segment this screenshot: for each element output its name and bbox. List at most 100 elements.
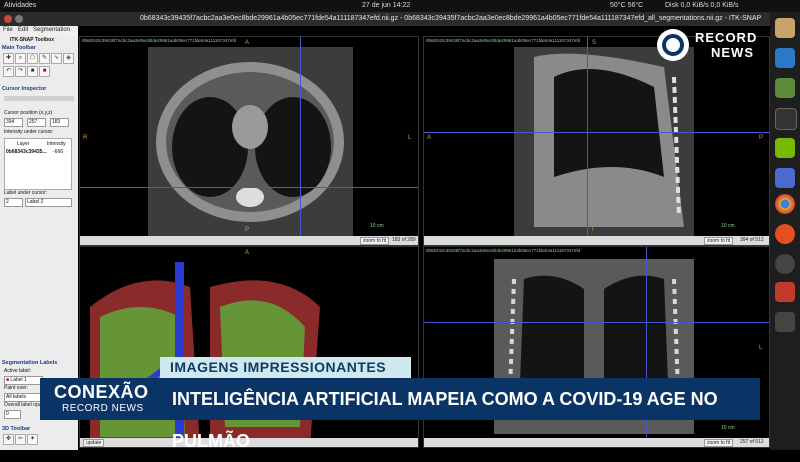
close-icon[interactable] <box>4 15 12 23</box>
label-color-icon[interactable]: ■ <box>39 66 50 77</box>
axial-view[interactable]: 0b68343c39435f7acbc2aa3e0ec8bde29961a4b0… <box>79 36 419 246</box>
activities-button[interactable]: Atividades <box>4 2 36 9</box>
axial-ct-image <box>148 47 353 237</box>
rotate-3d-icon[interactable]: ✥ <box>3 434 14 445</box>
axial-orient-top: A <box>245 40 250 46</box>
cursor-inspector-heading: Cursor Inspector <box>2 86 47 92</box>
chrome-icon[interactable] <box>775 194 795 214</box>
coronal-orient-right: L <box>759 345 763 351</box>
screenshot-icon[interactable] <box>775 168 795 188</box>
record-news-logo: RECORD NEWS <box>655 27 765 63</box>
axial-crosshair-h <box>80 187 418 188</box>
files-icon[interactable] <box>775 18 795 38</box>
sagittal-crosshair-h <box>424 132 769 133</box>
nvidia-icon[interactable] <box>775 138 795 158</box>
axial-header: 0b68343c39435f7acbc2aa3e0ec8bde29961a4b0… <box>82 38 237 43</box>
ubuntu-icon[interactable] <box>775 224 795 244</box>
axial-zoom-button[interactable]: zoom to fit <box>360 237 390 245</box>
cursor-x-field[interactable]: 394 <box>4 118 23 127</box>
axial-slice-counter: 183 of 289 <box>392 237 416 243</box>
axial-orient-right: L <box>408 135 412 141</box>
undo-icon[interactable]: ↶ <box>3 66 14 77</box>
menu-edit[interactable]: Edit <box>18 27 28 33</box>
redo-icon[interactable]: ↷ <box>15 66 26 77</box>
app-icon[interactable] <box>775 78 795 98</box>
terminal-icon[interactable] <box>775 108 797 130</box>
active-label-value: Label 1 <box>10 377 27 383</box>
cursor-z-field[interactable]: 183 <box>50 118 69 127</box>
intensity-col-header: Intensity <box>47 141 66 147</box>
vscode-icon[interactable] <box>775 48 795 68</box>
intensity-table[interactable]: Layer Intensity 0b68343c39435... -666 <box>4 138 72 190</box>
disk-icon[interactable] <box>775 254 795 274</box>
coronal-crosshair-h <box>424 322 769 323</box>
scalpel-icon[interactable]: ✂ <box>15 434 26 445</box>
3d-update-button[interactable]: update <box>83 439 105 447</box>
coronal-zoom-button[interactable]: zoom to fit <box>704 439 734 447</box>
lower-third-headline: INTELIGÊNCIA ARTIFICIAL MAPEIA COMO A CO… <box>160 378 760 451</box>
coronal-slice-counter: 257 of 512 <box>740 439 764 445</box>
seg-labels-heading: Segmentation Labels <box>2 360 58 366</box>
label-under-cursor-label: Label under cursor: <box>4 190 48 196</box>
active-label-label: Active label: <box>4 368 31 374</box>
clock[interactable]: 27 de jun 14:22 <box>362 2 410 9</box>
sagittal-crosshair-v <box>587 37 588 237</box>
sagittal-scale-label: 10 cm <box>721 223 735 229</box>
label-number-field[interactable]: 2 <box>4 198 23 207</box>
sagittal-zoom-button[interactable]: zoom to fit <box>704 237 734 245</box>
application-dock <box>770 12 800 450</box>
3d-toolbar-heading: 3D Toolbar <box>2 426 31 432</box>
itk-snap-icon[interactable] <box>775 282 795 302</box>
opacity-field[interactable]: 0 <box>4 410 21 419</box>
record-circle-icon <box>657 29 689 61</box>
label-name-field[interactable]: Label 2 <box>25 198 72 207</box>
sagittal-ct-image <box>514 47 694 237</box>
3d-orient-top: A <box>245 250 250 256</box>
active-label-dropdown[interactable]: ■ Label 1 <box>4 376 43 385</box>
network-indicator: Disk 0,0 KiB/s 0,0 KiB/s <box>665 2 739 9</box>
layer-icon[interactable]: ■ <box>27 66 38 77</box>
minimize-icon[interactable] <box>15 15 23 23</box>
main-toolbar: ✚ ⌕ ⬠ ✎ ∿ ◈ <box>3 53 75 64</box>
axial-crosshair-v <box>300 37 301 237</box>
crosshair-icon[interactable]: ✚ <box>3 53 14 64</box>
3d-toolbar: ✥ ✂ ✦ <box>3 434 39 445</box>
menu-file[interactable]: File <box>3 27 13 33</box>
3d-edit-icon[interactable]: ◈ <box>63 53 74 64</box>
logo-record-text: RECORD <box>695 30 758 45</box>
sagittal-orient-right: P <box>759 135 764 141</box>
snake-icon[interactable]: ∿ <box>51 53 62 64</box>
axial-footer: zoom to fit 183 of 289 <box>80 236 418 245</box>
spray-icon[interactable]: ✦ <box>27 434 38 445</box>
app-icon-2[interactable] <box>775 312 795 332</box>
coronal-scale-label: 10 cm <box>721 425 735 431</box>
sagittal-orient-top: S <box>592 40 597 46</box>
paintbrush-icon[interactable]: ✎ <box>39 53 50 64</box>
record-watermark: Record News <box>30 30 79 39</box>
polygon-icon[interactable]: ⬠ <box>27 53 38 64</box>
show-subtitle: RECORD NEWS <box>62 403 144 414</box>
show-brand: CONEXÃO RECORD NEWS <box>40 378 160 420</box>
axial-orient-bottom: P <box>245 227 250 233</box>
layer-value-cell: -666 <box>53 149 64 155</box>
logo-news-text: NEWS <box>711 45 754 60</box>
window-title: 0b68343c39435f7acbc2aa3e0ec8bde29961a4b0… <box>140 15 762 22</box>
sagittal-slice-counter: 394 of 512 <box>740 237 764 243</box>
system-top-bar: Atividades 27 de jun 14:22 50°C 56°C Dis… <box>0 0 800 12</box>
main-toolbar-heading: Main Toolbar <box>2 45 36 51</box>
cursor-position-label: Cursor position (x,y,z) <box>4 110 53 116</box>
paint-over-dropdown[interactable]: All labels <box>4 393 43 402</box>
sagittal-orient-left: A <box>427 135 432 141</box>
layer-name-cell: 0b68343c39435... <box>6 149 47 155</box>
coronal-footer: zoom to fit 257 of 512 <box>424 438 769 447</box>
cursor-y-field[interactable]: 257 <box>27 118 46 127</box>
history-toolbar: ↶ ↷ ■ ■ <box>3 66 51 77</box>
lower-third-kicker: IMAGENS IMPRESSIONANTES <box>160 357 411 378</box>
axial-scale-label: 10 cm <box>370 223 384 229</box>
window-title-bar[interactable]: 0b68343c39435f7acbc2aa3e0ec8bde29961a4b0… <box>0 12 770 26</box>
temperature-indicator: 50°C 56°C <box>610 2 644 9</box>
zoom-icon[interactable]: ⌕ <box>15 53 26 64</box>
axial-orient-left: R <box>83 135 88 141</box>
inspector-tabs[interactable] <box>4 96 74 101</box>
sagittal-view[interactable]: 0b68343c39435f7acbc2aa3e0ec8bde29961a4b0… <box>423 36 770 246</box>
